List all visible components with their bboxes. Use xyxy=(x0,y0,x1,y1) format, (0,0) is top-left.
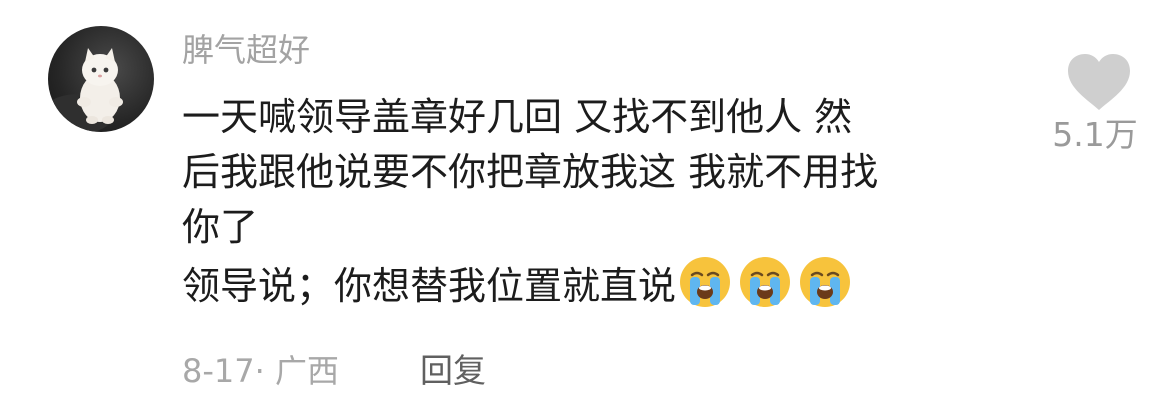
reply-button[interactable]: 回复 xyxy=(420,346,486,396)
comment-text: 一天喊领导盖章好几回 又找不到他人 然 后我跟他说要不你把章放我这 我就不用找 … xyxy=(182,90,1012,310)
comment-line-with-emoji: 领导说；你想替我位置就直说 xyxy=(182,255,1012,310)
comment-location: 广西 xyxy=(274,352,339,390)
comment-line: 领导说；你想替我位置就直说 xyxy=(182,264,677,308)
like-count: 5.1万 xyxy=(1052,115,1138,154)
loudly-crying-face-icon xyxy=(680,257,731,307)
comment-meta: 8-17· 广西 xyxy=(182,346,339,396)
comment-date: 8-17 xyxy=(182,352,255,390)
meta-separator: · xyxy=(254,352,265,390)
heart-icon[interactable] xyxy=(1066,52,1132,112)
username[interactable]: 脾气超好 xyxy=(182,28,310,72)
cat-avatar-image xyxy=(48,48,123,132)
loudly-crying-face-icon xyxy=(740,257,791,307)
loudly-crying-face-icon xyxy=(800,257,851,307)
comment-line: 你了 xyxy=(182,205,259,249)
comment-line: 后我跟他说要不你把章放我这 我就不用找 xyxy=(182,150,879,194)
avatar[interactable] xyxy=(48,26,154,132)
comment-line: 一天喊领导盖章好几回 又找不到他人 然 xyxy=(182,95,853,139)
